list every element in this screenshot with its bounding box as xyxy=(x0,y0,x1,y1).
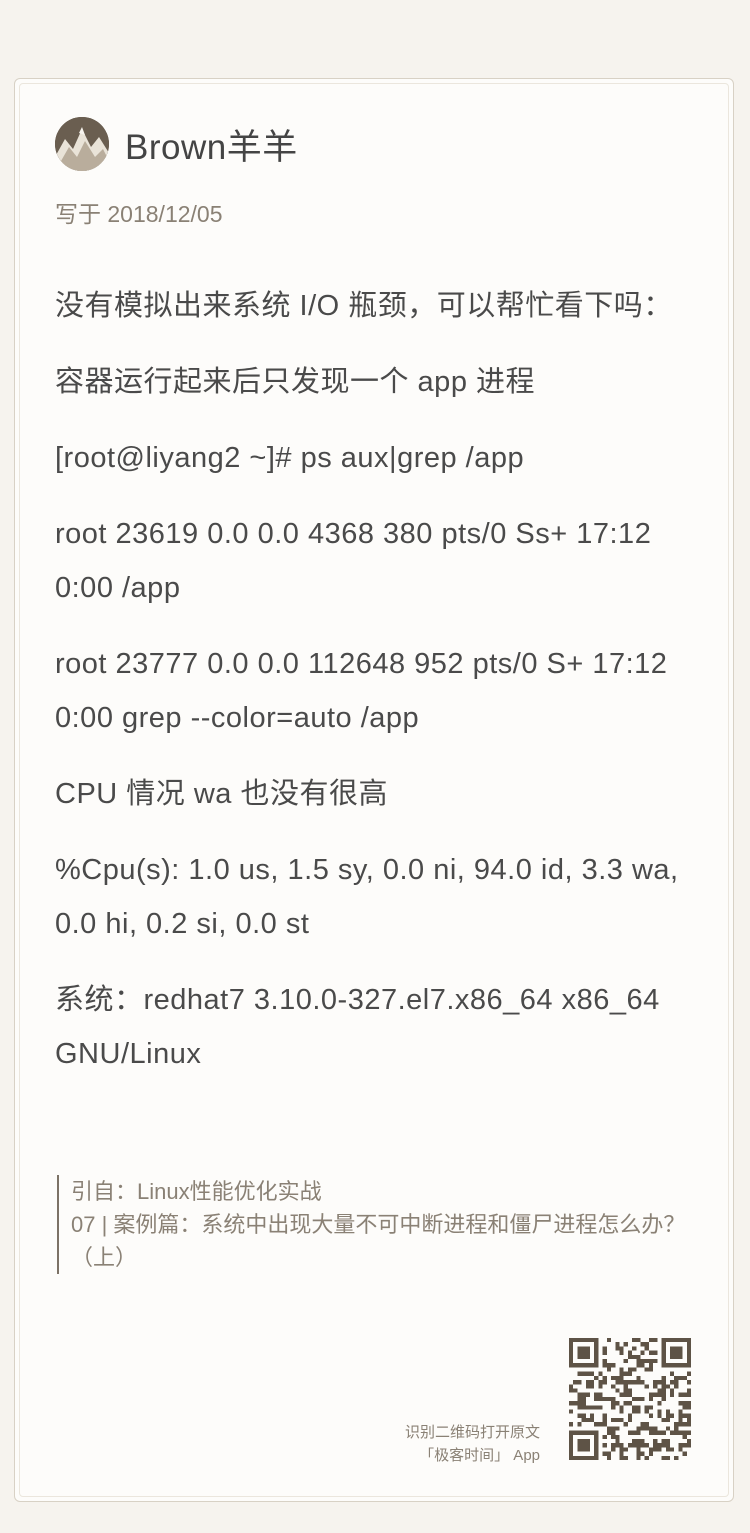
paragraph: [root@liyang2 ~]# ps aux|grep /app xyxy=(55,442,525,474)
paragraph: root 23777 0.0 0.0 112648 952 pts/0 S+ 1… xyxy=(55,648,676,734)
comment-card: Brown羊羊 写于 2018/12/05 没有模拟出来系统 I/O 瓶颈，可以… xyxy=(14,78,734,1502)
footer-caption: 识别二维码打开原文 「极客时间」 App xyxy=(405,1421,540,1467)
qr-code-icon[interactable] xyxy=(569,1338,691,1460)
footer-line-1: 识别二维码打开原文 xyxy=(404,1424,540,1441)
paragraph: root 23619 0.0 0.0 4368 380 pts/0 Ss+ 17… xyxy=(55,518,660,604)
paragraph: 系统：redhat7 3.10.0-327.el7.x86_64 x86_64 … xyxy=(55,984,669,1070)
post-date: 写于 2018/12/05 xyxy=(55,201,223,227)
landscape-avatar-icon[interactable] xyxy=(55,117,109,171)
footer-line-2: 「极客时间」 App xyxy=(419,1447,540,1464)
author-header: Brown羊羊 xyxy=(55,117,298,171)
paragraph: 没有模拟出来系统 I/O 瓶颈，可以帮忙看下吗： xyxy=(55,290,673,322)
quote-article: 07 | 案例篇：系统中出现大量不可中断进程和僵尸进程怎么办？（上） xyxy=(71,1212,686,1270)
paragraph: 容器运行起来后只发现一个 app 进程 xyxy=(55,366,536,398)
author-name: Brown羊羊 xyxy=(125,127,298,167)
paragraph: CPU 情况 wa 也没有很高 xyxy=(55,778,388,810)
comment-body: 没有模拟出来系统 I/O 瓶颈，可以帮忙看下吗： 容器运行起来后只发现一个 ap… xyxy=(55,279,695,1103)
quote-source[interactable]: 引自：Linux性能优化实战 07 | 案例篇：系统中出现大量不可中断进程和僵尸… xyxy=(57,1175,711,1274)
quote-course: 引自：Linux性能优化实战 xyxy=(71,1179,322,1204)
paragraph: %Cpu(s): 1.0 us, 1.5 sy, 0.0 ni, 94.0 id… xyxy=(55,854,688,940)
